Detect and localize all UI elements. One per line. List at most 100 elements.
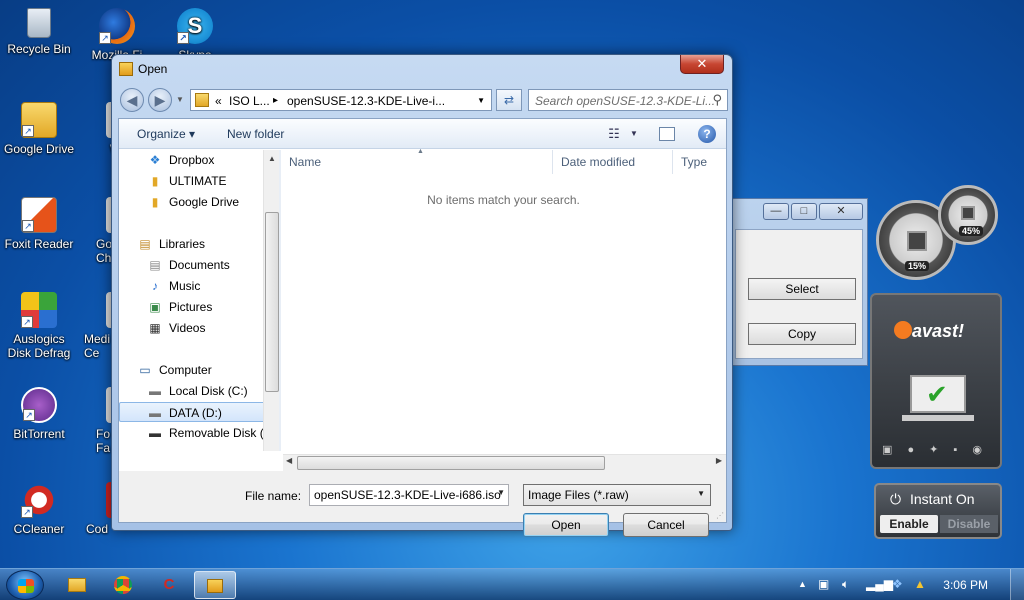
nav-item-pictures[interactable]: ▣ Pictures bbox=[119, 297, 267, 317]
desktop-icon-label: Google Drive bbox=[3, 142, 75, 156]
desktop-icon-ccleaner[interactable]: ↗ CCleaner bbox=[0, 482, 78, 536]
desktop-icon-bittorrent[interactable]: ↗ BitTorrent bbox=[0, 387, 78, 441]
open-button[interactable]: Open bbox=[523, 513, 609, 537]
safely-remove-hardware-icon[interactable]: ▣ bbox=[818, 577, 829, 591]
file-type-select[interactable]: Image Files (*.raw) ▼ bbox=[523, 484, 711, 506]
navigation-pane: ❖ Dropbox ▮ ULTIMATE ▮ Google Drive ▤ Li… bbox=[119, 150, 279, 450]
nav-item-dropbox[interactable]: ❖ Dropbox bbox=[119, 150, 267, 170]
breadcrumb-iso[interactable]: ISO L... bbox=[229, 94, 270, 108]
desktop-icon-foxit-reader[interactable]: ↗ Foxit Reader bbox=[0, 197, 78, 251]
desktop-icon-recycle-bin[interactable]: Recycle Bin bbox=[0, 8, 78, 56]
pictures-icon: ▣ bbox=[149, 300, 161, 314]
recycle-bin-icon bbox=[27, 8, 51, 38]
desktop-icon-label: Medi Ce bbox=[84, 332, 111, 360]
taskbar-explorer[interactable] bbox=[56, 571, 98, 599]
dialog-title: Open bbox=[138, 62, 168, 76]
network-signal-icon[interactable]: ▂▄▆ bbox=[866, 577, 893, 591]
folder-icon: ▮ bbox=[151, 174, 159, 188]
libraries-icon: ▤ bbox=[139, 237, 151, 251]
nav-item-google-drive[interactable]: ▮ Google Drive bbox=[119, 192, 267, 212]
nav-item-computer[interactable]: ▭ Computer bbox=[119, 360, 267, 380]
nav-item-local-disk-c[interactable]: ▬ Local Disk (C:) bbox=[119, 381, 267, 401]
address-dropdown-icon[interactable]: ▼ bbox=[477, 96, 485, 105]
back-button[interactable]: ◀ bbox=[120, 88, 144, 112]
breadcrumb-separator[interactable]: ▸ bbox=[273, 95, 278, 106]
google-drive-tray-icon[interactable]: ▲ bbox=[914, 577, 926, 591]
forward-arrow-icon: ▶ bbox=[154, 92, 166, 108]
volume-icon[interactable]: 🔈︎ bbox=[842, 577, 849, 592]
desktop-icon-label: Foxit Reader bbox=[4, 237, 74, 251]
maximize-button[interactable]: □ bbox=[791, 203, 817, 220]
auslogics-disk-defrag-icon: ↗ bbox=[21, 292, 57, 328]
nav-item-libraries[interactable]: ▤ Libraries bbox=[119, 234, 267, 254]
desktop-icon-auslogics[interactable]: ↗ Auslogics Disk Defrag bbox=[0, 292, 78, 360]
file-name-input[interactable]: openSUSE-12.3-KDE-Live-i686.iso ▼ bbox=[309, 484, 509, 506]
file-list-horizontal-scrollbar[interactable]: ◀ ▶ bbox=[283, 454, 726, 471]
view-options-icon[interactable]: ☷ bbox=[605, 125, 623, 143]
recent-locations-dropdown[interactable]: ▼ bbox=[176, 95, 184, 104]
google-drive-folder-icon: ↗ bbox=[21, 102, 57, 138]
nav-item-removable-disk[interactable]: ▬ Removable Disk ( bbox=[119, 423, 267, 443]
dialog-close-button[interactable]: ✕ bbox=[680, 55, 724, 74]
nav-item-documents[interactable]: ▤ Documents bbox=[119, 255, 267, 275]
ccleaner-icon: ↗ bbox=[21, 482, 57, 518]
forward-button[interactable]: ▶ bbox=[148, 88, 172, 112]
close-button[interactable]: ✕ bbox=[819, 203, 863, 220]
start-button[interactable] bbox=[6, 570, 44, 600]
scroll-right-arrow-icon[interactable]: ▶ bbox=[716, 456, 722, 465]
nav-item-ultimate[interactable]: ▮ ULTIMATE bbox=[119, 171, 267, 191]
search-icon: ⚲ bbox=[712, 92, 722, 107]
minimize-button[interactable]: — bbox=[763, 203, 789, 220]
breadcrumb-overflow[interactable]: « bbox=[215, 94, 222, 108]
nav-item-videos[interactable]: ▦ Videos bbox=[119, 318, 267, 338]
memory-meter-gadget[interactable]: 45% bbox=[938, 185, 998, 245]
app-window-icon bbox=[207, 579, 223, 593]
address-bar[interactable]: « ISO L... ▸ openSUSE-12.3-KDE-Live-i...… bbox=[190, 89, 492, 111]
nav-item-data-d[interactable]: ▬ DATA (D:) bbox=[119, 402, 267, 422]
avast-logo-icon bbox=[894, 321, 912, 339]
videos-icon: ▦ bbox=[149, 321, 161, 335]
select-button[interactable]: Select bbox=[748, 278, 856, 300]
dialog-titlebar[interactable]: Open ✕ bbox=[112, 55, 732, 83]
organize-button[interactable]: Organize ▾ bbox=[137, 127, 195, 141]
help-icon[interactable]: ? bbox=[698, 125, 716, 143]
system-clock[interactable]: 3:06 PM bbox=[943, 578, 988, 592]
breadcrumb-current[interactable]: openSUSE-12.3-KDE-Live-i... bbox=[287, 94, 445, 108]
search-input[interactable]: Search openSUSE-12.3-KDE-Li... ⚲ bbox=[528, 89, 728, 111]
dropbox-tray-icon[interactable]: ❖ bbox=[892, 577, 903, 591]
nav-item-music[interactable]: ♪ Music bbox=[119, 276, 267, 296]
taskbar-ccleaner[interactable]: C bbox=[148, 571, 190, 599]
enable-button[interactable]: Enable bbox=[880, 515, 938, 533]
refresh-button[interactable]: ⇄ bbox=[496, 89, 522, 111]
disable-button[interactable]: Disable bbox=[940, 515, 998, 533]
horizontal-scrollbar-thumb[interactable] bbox=[297, 456, 605, 470]
folder-icon bbox=[68, 578, 86, 592]
view-dropdown-icon[interactable]: ▼ bbox=[625, 125, 643, 143]
file-name-label: File name: bbox=[245, 489, 302, 503]
avast-gadget[interactable]: avast! ✔ ▣ ● ✦ ▪ ◉ bbox=[870, 293, 1002, 469]
scroll-left-arrow-icon[interactable]: ◀ bbox=[286, 456, 292, 465]
column-header-date-modified[interactable]: Date modified bbox=[553, 150, 673, 174]
avast-social-icons: ▣ ● ✦ ▪ ◉ bbox=[882, 444, 988, 456]
taskbar-open-dialog-app[interactable] bbox=[194, 571, 236, 599]
cancel-button[interactable]: Cancel bbox=[623, 513, 709, 537]
show-hidden-icons-button[interactable]: ▲ bbox=[798, 579, 807, 589]
dialog-app-icon bbox=[119, 62, 133, 76]
copy-button[interactable]: Copy bbox=[748, 323, 856, 345]
taskbar: C ▲ ▣ 🔈︎ ▂▄▆ ❖ ▲ 3:06 PM bbox=[0, 568, 1024, 600]
scroll-up-arrow-icon[interactable]: ▲ bbox=[264, 154, 280, 163]
desktop-icon-google-drive[interactable]: ↗ Google Drive bbox=[0, 102, 78, 156]
taskbar-chrome[interactable] bbox=[102, 571, 144, 599]
scrollbar-thumb[interactable] bbox=[265, 212, 279, 392]
resize-grip-icon[interactable]: ⋰ bbox=[716, 511, 724, 520]
new-folder-button[interactable]: New folder bbox=[227, 127, 284, 141]
navigation-pane-scrollbar[interactable]: ▲ bbox=[263, 150, 279, 451]
desktop-icon-label: CCleaner bbox=[13, 522, 65, 536]
column-header-type[interactable]: Type bbox=[673, 150, 733, 174]
preview-pane-icon[interactable] bbox=[659, 127, 675, 141]
open-dialog: Open ✕ ◀ ▶ ▼ « ISO L... ▸ openSUSE-12.3-… bbox=[111, 54, 733, 537]
documents-icon: ▤ bbox=[149, 258, 161, 272]
file-name-dropdown-icon[interactable]: ▼ bbox=[497, 488, 505, 497]
show-desktop-button[interactable] bbox=[1010, 569, 1024, 600]
dialog-body: Organize ▾ New folder ☷ ▼ ? ❖ Dropbox ▮ … bbox=[118, 118, 727, 537]
